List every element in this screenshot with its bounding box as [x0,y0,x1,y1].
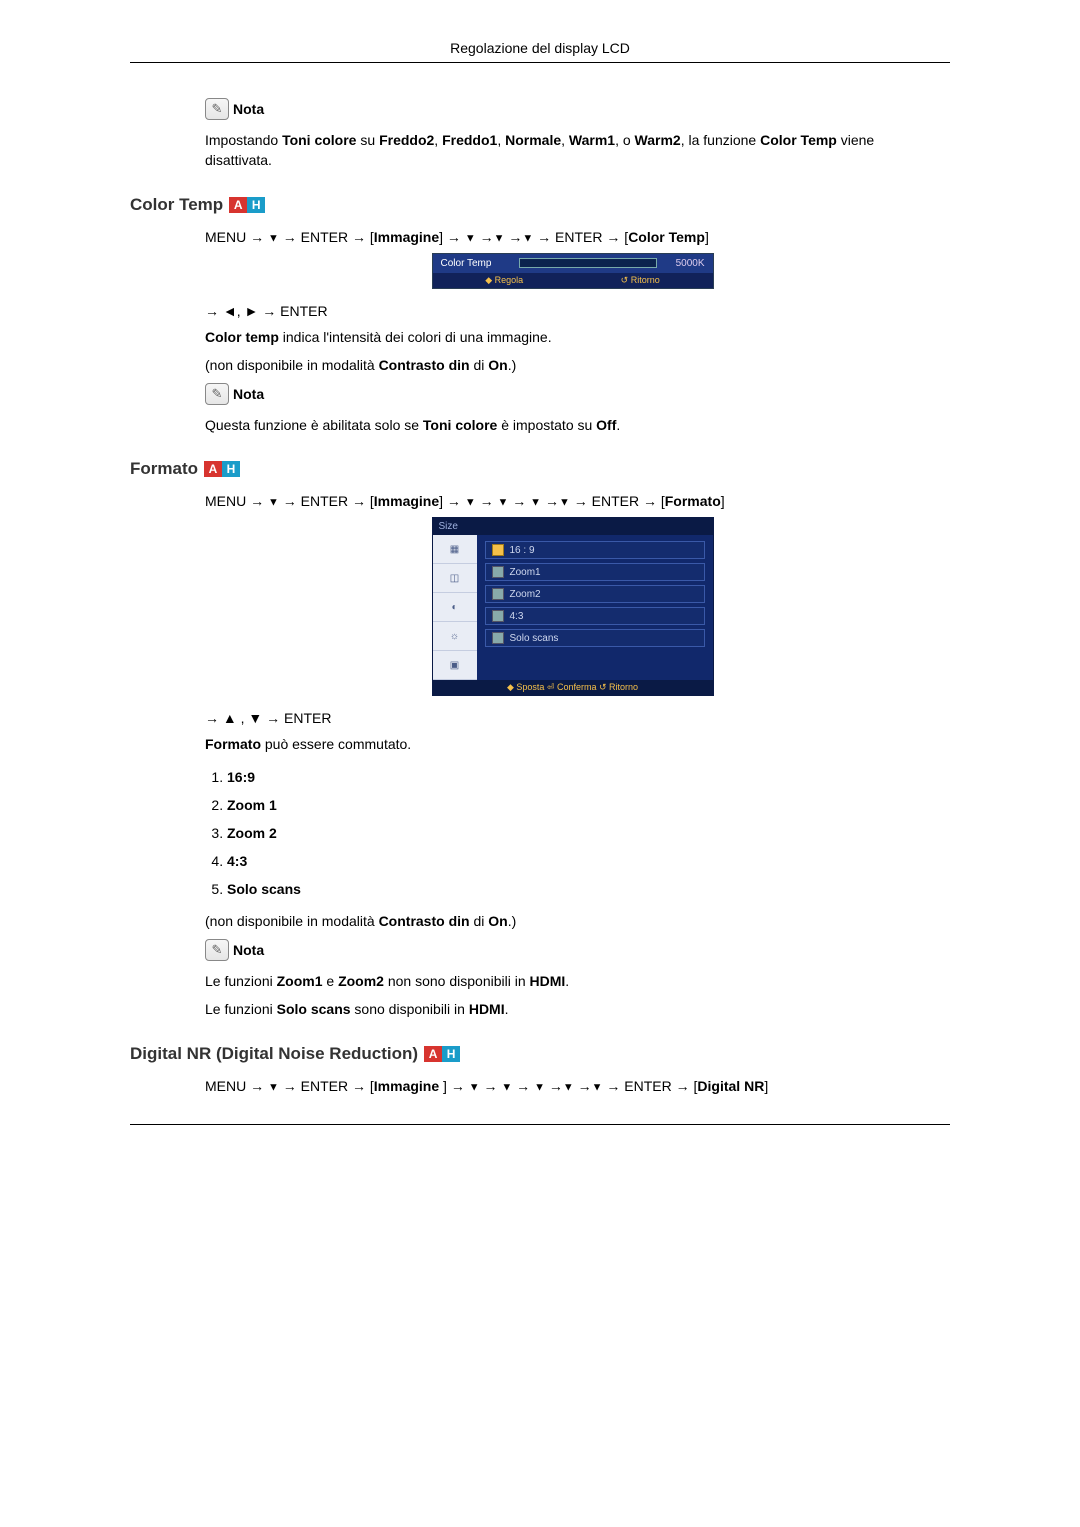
footer-rule [130,1124,950,1125]
osd-ritorno: ↺ Ritorno [621,275,660,286]
note-block: ✎ Nota [205,939,940,961]
formato-note2: Le funzioni Solo scans sono disponibili … [205,999,940,1019]
osd-opt: 16 : 9 [485,541,705,559]
ah-badge-icon: AH [204,461,240,477]
color-temp-restrict: (non disponibile in modalità Contrasto d… [205,355,940,375]
note-block: ✎ Nota [205,383,940,405]
osd-icon: ◫ [433,564,477,593]
formato-switch: Formato può essere commutato. [205,734,940,754]
osd-size-panel: Size ▦ ◫ ◐ ☼ ▣ 16 : 9 Zoom1 Zoom2 4:3 So… [432,517,714,696]
color-temp-desc: Color temp indica l'intensità dei colori… [205,327,940,347]
osd-icon: ☼ [433,622,477,651]
note-icon: ✎ [205,939,229,961]
list-item: Zoom 2 [227,819,940,847]
list-item: 16:9 [227,763,940,791]
list-item: Zoom 1 [227,791,940,819]
osd-opt: Zoom1 [485,563,705,581]
osd-slider [519,258,657,268]
section-color-temp-title: Color Temp AH [130,195,950,215]
list-item: Solo scans [227,875,940,903]
formato-list: 16:9 Zoom 1 Zoom 2 4:3 Solo scans [205,763,940,903]
osd-icon: ◐ [433,593,477,622]
ah-badge-icon: AH [424,1046,460,1062]
osd-size-foot: ◆ Sposta ⏎ Conferma ↺ Ritorno [433,680,713,695]
formato-menu-path: MENU → ▼ → ENTER → [Immagine] → ▼ → ▼ → … [205,493,940,509]
osd-color-temp-value: 5000K [665,258,705,269]
ah-badge-icon: AH [229,197,265,213]
osd-icon-column: ▦ ◫ ◐ ☼ ▣ [433,535,477,680]
note-label: Nota [233,942,264,958]
osd-icon: ▣ [433,651,477,680]
color-temp-nav2: → ◄, ► → ENTER [205,303,940,319]
osd-regola: ◆ Regola [485,275,523,286]
osd-opt: 4:3 [485,607,705,625]
section-formato-title: Formato AH [130,459,950,479]
intro-note-text: Impostando Toni colore su Freddo2, Fredd… [205,130,940,171]
section-dnr-title: Digital NR (Digital Noise Reduction) AH [130,1044,950,1064]
osd-color-temp-label: Color Temp [441,258,511,269]
formato-note1: Le funzioni Zoom1 e Zoom2 non sono dispo… [205,971,940,991]
note-icon: ✎ [205,98,229,120]
color-temp-menu-path: MENU → ▼ → ENTER → [Immagine] → ▼ →▼ →▼ … [205,229,940,245]
list-item: 4:3 [227,847,940,875]
formato-nav2: → ▲ , ▼ → ENTER [205,710,940,726]
formato-restrict: (non disponibile in modalità Contrasto d… [205,911,940,931]
dnr-menu-path: MENU → ▼ → ENTER → [Immagine ] → ▼ → ▼ →… [205,1078,940,1094]
osd-color-temp: Color Temp 5000K ◆ Regola ↺ Ritorno [432,253,714,289]
color-temp-enabled: Questa funzione è abilitata solo se Toni… [205,415,940,435]
page-title: Regolazione del display LCD [450,40,630,56]
note-block: ✎ Nota [205,98,940,120]
note-label: Nota [233,101,264,117]
note-icon: ✎ [205,383,229,405]
osd-size-title: Size [433,518,713,535]
osd-opt: Zoom2 [485,585,705,603]
note-label: Nota [233,386,264,402]
osd-opt: Solo scans [485,629,705,647]
page-header: Regolazione del display LCD [130,40,950,63]
osd-icon: ▦ [433,535,477,564]
